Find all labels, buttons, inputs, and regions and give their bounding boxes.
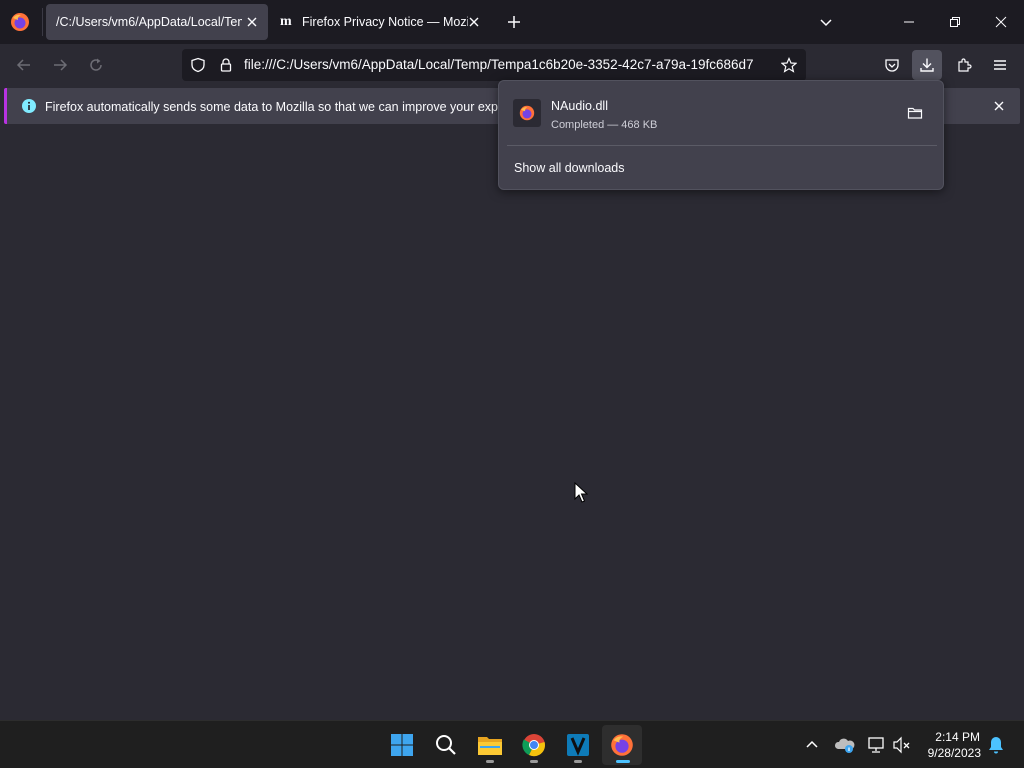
running-indicator <box>486 760 494 763</box>
url-input[interactable]: file:///C:/Users/vm6/AppData/Local/Temp/… <box>244 57 774 72</box>
back-button[interactable] <box>9 50 39 80</box>
forward-button[interactable] <box>45 50 75 80</box>
download-item[interactable]: NAudio.dll Completed — 468 KB <box>507 87 937 139</box>
notification-bell-icon[interactable] <box>986 735 1006 755</box>
download-filename: NAudio.dll <box>551 99 608 113</box>
tab-strip: /C:/Users/vm6/AppData/Local/Temp/Tempa1c… <box>0 0 1024 44</box>
downloads-button[interactable] <box>912 50 942 80</box>
taskbar-search-button[interactable] <box>426 725 466 765</box>
file-type-icon <box>513 99 541 127</box>
plus-icon <box>506 14 522 30</box>
new-tab-button[interactable] <box>500 8 528 36</box>
folder-icon[interactable] <box>907 105 923 121</box>
page-info-icon[interactable] <box>218 57 234 73</box>
close-icon[interactable] <box>244 14 260 30</box>
reload-icon <box>88 57 104 73</box>
tab-temp-folder[interactable]: /C:/Users/vm6/AppData/Local/Temp/Tempa1c… <box>46 4 268 40</box>
minimize-button[interactable] <box>886 0 932 44</box>
panel-separator <box>507 145 937 146</box>
folder-icon <box>477 734 503 756</box>
volume-muted-icon[interactable] <box>892 735 912 755</box>
firefox-icon <box>610 733 634 757</box>
shield-icon[interactable] <box>190 57 206 73</box>
v-app-icon <box>566 733 590 757</box>
pocket-button[interactable] <box>877 50 907 80</box>
app-menu-button[interactable] <box>985 50 1015 80</box>
clock-date[interactable]: 9/28/2023 <box>928 746 981 760</box>
notification-message: Firefox automatically sends some data to… <box>45 100 543 114</box>
downloads-panel: NAudio.dll Completed — 468 KB Show all d… <box>498 80 944 190</box>
windows-taskbar: 2:14 PM 9/28/2023 <box>0 720 1024 768</box>
window-close-button[interactable] <box>978 0 1024 44</box>
show-hidden-icons-button[interactable] <box>802 735 822 755</box>
forward-arrow-icon <box>52 57 68 73</box>
info-icon <box>21 98 37 114</box>
firefox-taskbar-button[interactable] <box>602 725 642 765</box>
chevron-up-icon <box>802 735 822 755</box>
chevron-down-icon <box>818 14 834 30</box>
network-icon[interactable] <box>866 735 886 755</box>
close-icon[interactable] <box>466 14 482 30</box>
list-all-tabs-button[interactable] <box>812 8 840 36</box>
bookmark-star-icon[interactable] <box>781 57 797 73</box>
tab-title: Firefox Privacy Notice — Mozilla <box>302 15 468 29</box>
extensions-button[interactable] <box>949 50 979 80</box>
address-bar[interactable]: file:///C:/Users/vm6/AppData/Local/Temp/… <box>182 49 806 81</box>
pocket-icon <box>884 57 900 73</box>
v-app-button[interactable] <box>558 725 598 765</box>
running-indicator <box>616 760 630 763</box>
firefox-logo-icon[interactable] <box>10 12 30 32</box>
minimize-icon <box>903 16 915 28</box>
search-icon <box>435 734 457 756</box>
start-button[interactable] <box>382 725 422 765</box>
chrome-button[interactable] <box>514 725 554 765</box>
restore-icon <box>949 16 961 28</box>
close-icon <box>995 16 1007 28</box>
tab-title: /C:/Users/vm6/AppData/Local/Temp/Tempa1c… <box>56 15 242 29</box>
download-icon <box>919 57 935 73</box>
back-arrow-icon <box>16 57 32 73</box>
mouse-cursor-icon <box>574 482 588 504</box>
running-indicator <box>530 760 538 763</box>
chrome-icon <box>522 733 546 757</box>
running-indicator <box>574 760 582 763</box>
tab-divider <box>42 8 43 36</box>
onedrive-icon[interactable] <box>834 735 856 755</box>
download-status: Completed — 468 KB <box>551 119 658 131</box>
reload-button[interactable] <box>81 50 111 80</box>
file-explorer-button[interactable] <box>470 725 510 765</box>
tab-privacy-notice[interactable]: m Firefox Privacy Notice — Mozilla <box>272 4 490 40</box>
puzzle-piece-icon <box>956 57 972 73</box>
clock-time[interactable]: 2:14 PM <box>935 730 980 744</box>
show-all-downloads-button[interactable]: Show all downloads <box>514 161 625 175</box>
close-icon[interactable] <box>991 98 1007 114</box>
windows-logo-icon <box>390 733 414 757</box>
hamburger-menu-icon <box>992 57 1008 73</box>
restore-button[interactable] <box>932 0 978 44</box>
mozilla-favicon-icon: m <box>280 14 292 29</box>
